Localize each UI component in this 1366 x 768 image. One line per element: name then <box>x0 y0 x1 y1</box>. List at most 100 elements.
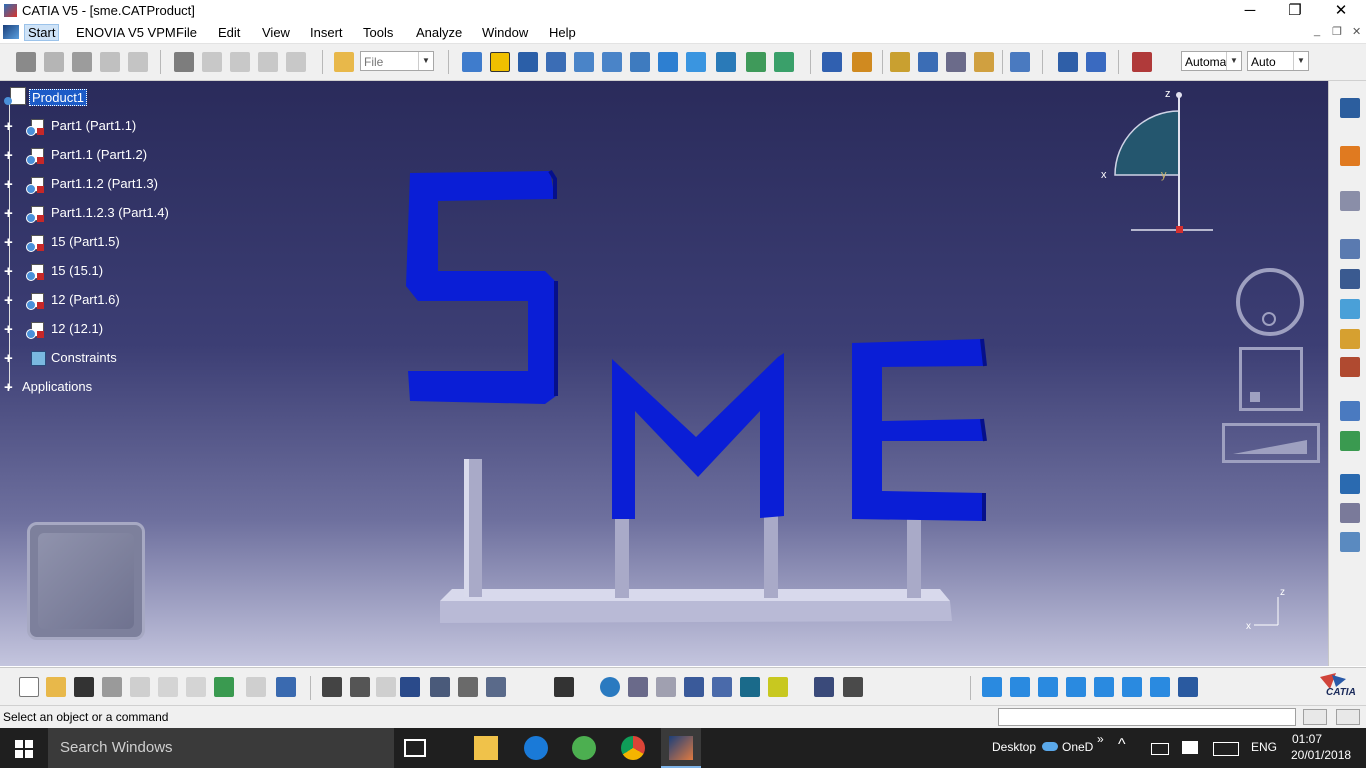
action-center-icon[interactable] <box>1182 741 1198 754</box>
open-file-icon[interactable] <box>46 677 66 697</box>
pan-icon[interactable] <box>518 52 538 72</box>
select-arrow-icon[interactable] <box>1340 146 1360 166</box>
taskbar-search-box[interactable]: Search Windows <box>48 728 394 768</box>
tree-root-product[interactable]: Product1 <box>29 89 88 106</box>
expand-icon[interactable]: + <box>4 119 16 134</box>
link-icon[interactable] <box>376 677 396 697</box>
bom-icon[interactable] <box>1340 329 1360 349</box>
swap-visible-space-icon[interactable] <box>774 52 794 72</box>
bottom-view-icon[interactable] <box>1150 677 1170 697</box>
explode-icon[interactable] <box>890 52 910 72</box>
onedrive-icon[interactable] <box>1042 742 1058 751</box>
show-hidden-icons-icon[interactable]: ^ <box>1118 736 1126 754</box>
menu-view[interactable]: View <box>262 25 290 40</box>
menu-start[interactable]: Start <box>24 24 60 41</box>
clock-time[interactable]: 01:07 <box>1292 732 1322 746</box>
left-view-icon[interactable] <box>1066 677 1086 697</box>
enhanced-scene-icon[interactable] <box>1086 52 1106 72</box>
stop-command-button[interactable] <box>1303 709 1327 725</box>
design-table-icon[interactable] <box>44 52 64 72</box>
catia-menu-icon[interactable] <box>3 25 19 39</box>
iso-view-icon[interactable] <box>982 677 1002 697</box>
close-button[interactable]: ✕ <box>1318 0 1364 22</box>
expand-icon[interactable]: + <box>4 177 16 192</box>
mdi-restore-button[interactable]: ❐ <box>1332 25 1342 38</box>
tray-overflow-chevron[interactable]: » <box>1097 732 1104 746</box>
lod-combo[interactable]: Auto ▼ <box>1247 51 1309 71</box>
workbench-switch-icon[interactable] <box>1340 98 1360 118</box>
sectioning-icon[interactable] <box>974 52 994 72</box>
network-icon[interactable] <box>430 677 450 697</box>
part-icon[interactable] <box>1340 299 1360 319</box>
expand-icon[interactable]: + <box>4 351 16 366</box>
compass-widget[interactable]: z x y <box>1095 85 1220 235</box>
rotation-ball-icon[interactable] <box>1236 268 1304 336</box>
keyboard-icon[interactable] <box>1213 742 1239 756</box>
law-icon[interactable] <box>72 52 92 72</box>
menu-insert[interactable]: Insert <box>310 25 343 40</box>
top-view-icon[interactable] <box>1122 677 1142 697</box>
file-combo[interactable]: File ▼ <box>360 51 434 71</box>
component-icon[interactable] <box>174 52 194 72</box>
fly-mode-icon[interactable] <box>462 52 482 72</box>
shading-icon[interactable] <box>716 52 736 72</box>
workbench-assembly-icon[interactable] <box>27 522 145 640</box>
mdi-minimize-button[interactable]: _ <box>1314 25 1320 37</box>
annotation-icon[interactable] <box>1340 401 1360 421</box>
formula-fx-icon[interactable] <box>322 677 342 697</box>
replace-component-icon[interactable] <box>286 52 306 72</box>
menu-file[interactable]: File <box>176 25 197 40</box>
constraint-update-icon[interactable] <box>1340 474 1360 494</box>
expand-icon[interactable]: + <box>4 380 13 395</box>
lock-icon[interactable] <box>458 677 478 697</box>
menu-window[interactable]: Window <box>482 25 528 40</box>
power-input-button[interactable] <box>1336 709 1360 725</box>
normal-view-icon[interactable] <box>630 52 650 72</box>
existing-component-icon[interactable] <box>202 52 222 72</box>
windows-start-icon[interactable] <box>15 740 33 758</box>
table-icon[interactable] <box>1340 269 1360 289</box>
update-icon[interactable] <box>822 52 842 72</box>
catia-app-icon[interactable] <box>4 4 17 17</box>
catia-taskbar-button[interactable] <box>661 728 701 768</box>
rotate-icon[interactable] <box>546 52 566 72</box>
file-explorer-icon[interactable] <box>474 736 498 760</box>
snap-icon[interactable] <box>918 52 938 72</box>
redo-icon[interactable] <box>246 677 266 697</box>
view-manager-icon[interactable] <box>712 677 732 697</box>
knowledge-icon[interactable] <box>128 52 148 72</box>
product-icon[interactable] <box>230 52 250 72</box>
target-icon[interactable] <box>600 677 620 697</box>
edge-browser-icon[interactable] <box>524 736 548 760</box>
cut-icon[interactable] <box>130 677 150 697</box>
render-icon[interactable] <box>740 677 760 697</box>
product-root-icon[interactable] <box>4 87 26 107</box>
menu-help[interactable]: Help <box>549 25 576 40</box>
fix-icon[interactable] <box>1340 239 1360 259</box>
right-view-icon[interactable] <box>1094 677 1114 697</box>
zoom-box-icon[interactable] <box>1239 347 1303 411</box>
workbench-icon[interactable] <box>1132 52 1152 72</box>
maximize-button[interactable]: ❐ <box>1272 0 1318 22</box>
zoom-in-icon[interactable] <box>574 52 594 72</box>
fit-all-in-icon[interactable] <box>490 52 510 72</box>
expand-icon[interactable]: + <box>4 148 16 163</box>
part-icon[interactable] <box>258 52 278 72</box>
back-view-icon[interactable] <box>1038 677 1058 697</box>
inertia-icon[interactable] <box>843 677 863 697</box>
whats-this-icon[interactable] <box>276 677 296 697</box>
clash-icon[interactable] <box>946 52 966 72</box>
measure-icon[interactable] <box>1010 52 1030 72</box>
table-calc-icon[interactable] <box>400 677 420 697</box>
zoom-out-icon[interactable] <box>602 52 622 72</box>
menu-analyze[interactable]: Analyze <box>416 25 462 40</box>
scene-icon[interactable] <box>1340 431 1360 451</box>
rewind-icon[interactable] <box>628 677 648 697</box>
expand-icon[interactable]: + <box>4 206 16 221</box>
save-icon[interactable] <box>74 677 94 697</box>
tray-desktop-label[interactable]: Desktop <box>992 740 1036 754</box>
menu-edit[interactable]: Edit <box>218 25 240 40</box>
manipulation-icon[interactable] <box>852 52 872 72</box>
render-style-combo[interactable]: Automa ▼ <box>1181 51 1242 71</box>
mdi-close-button[interactable]: ✕ <box>1352 25 1361 38</box>
